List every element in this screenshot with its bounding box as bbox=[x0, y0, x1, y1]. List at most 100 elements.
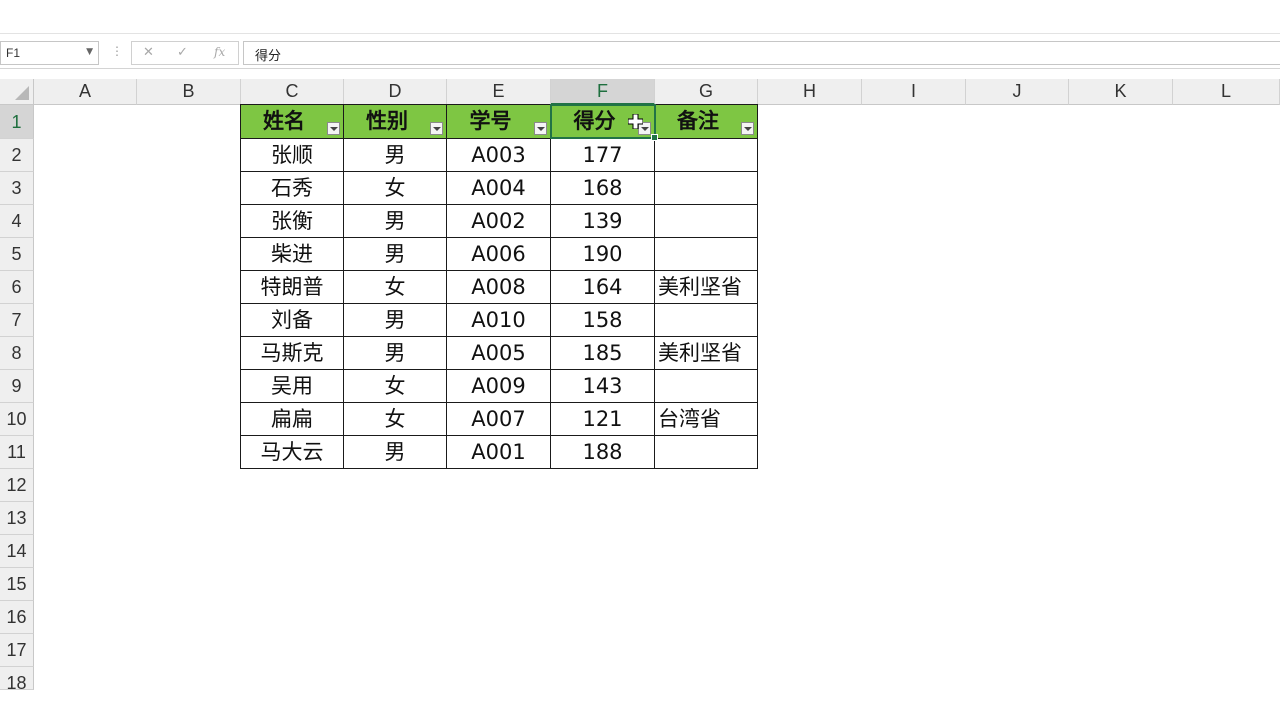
table-cell-name[interactable]: 特朗普 bbox=[240, 271, 344, 304]
table-cell-id[interactable]: A005 bbox=[447, 337, 551, 370]
select-all-button[interactable] bbox=[0, 79, 34, 105]
column-header-h[interactable]: H bbox=[758, 79, 862, 105]
table-cell-score[interactable]: 168 bbox=[551, 172, 655, 205]
row-header-4[interactable]: 4 bbox=[0, 205, 34, 238]
header-cell-name[interactable]: 姓名 bbox=[240, 104, 344, 139]
row-header-5[interactable]: 5 bbox=[0, 238, 34, 271]
table-cell-note[interactable]: 美利坚省 bbox=[655, 271, 758, 304]
table-cell-name[interactable]: 柴进 bbox=[240, 238, 344, 271]
formula-buttons: ✕ ✓ fx bbox=[131, 41, 239, 65]
row-header-8[interactable]: 8 bbox=[0, 337, 34, 370]
header-cell-gender[interactable]: 性别 bbox=[344, 104, 447, 139]
row-header-18[interactable]: 18 bbox=[0, 667, 34, 693]
filter-dropdown-icon[interactable] bbox=[741, 122, 754, 135]
table-cell-score[interactable]: 143 bbox=[551, 370, 655, 403]
table-cell-id[interactable]: A002 bbox=[447, 205, 551, 238]
table-cell-note[interactable] bbox=[655, 139, 758, 172]
table-cell-name[interactable]: 张顺 bbox=[240, 139, 344, 172]
column-header-a[interactable]: A bbox=[34, 79, 137, 105]
row-header-7[interactable]: 7 bbox=[0, 304, 34, 337]
table-cell-gender[interactable]: 男 bbox=[344, 205, 447, 238]
table-cell-score[interactable]: 158 bbox=[551, 304, 655, 337]
column-header-i[interactable]: I bbox=[862, 79, 966, 105]
table-cell-name[interactable]: 吴用 bbox=[240, 370, 344, 403]
table-cell-note[interactable] bbox=[655, 238, 758, 271]
table-cell-gender[interactable]: 男 bbox=[344, 337, 447, 370]
row-header-11[interactable]: 11 bbox=[0, 436, 34, 469]
row-header-17[interactable]: 17 bbox=[0, 634, 34, 667]
table-cell-gender[interactable]: 女 bbox=[344, 172, 447, 205]
row-header-16[interactable]: 16 bbox=[0, 601, 34, 634]
table-cell-note[interactable] bbox=[655, 370, 758, 403]
column-header-l[interactable]: L bbox=[1173, 79, 1280, 105]
filter-dropdown-icon[interactable] bbox=[534, 122, 547, 135]
table-cell-note[interactable]: 台湾省 bbox=[655, 403, 758, 436]
table-cell-score[interactable]: 185 bbox=[551, 337, 655, 370]
table-cell-note[interactable] bbox=[655, 205, 758, 238]
filter-dropdown-icon[interactable] bbox=[430, 122, 443, 135]
table-cell-score[interactable]: 139 bbox=[551, 205, 655, 238]
row-header-14[interactable]: 14 bbox=[0, 535, 34, 568]
table-cell-gender[interactable]: 女 bbox=[344, 370, 447, 403]
cancel-icon[interactable]: ✕ bbox=[143, 45, 154, 60]
table-cell-id[interactable]: A003 bbox=[447, 139, 551, 172]
table-cell-id[interactable]: A007 bbox=[447, 403, 551, 436]
column-header-j[interactable]: J bbox=[966, 79, 1069, 105]
column-header-e[interactable]: E bbox=[447, 79, 551, 105]
table-cell-score[interactable]: 188 bbox=[551, 436, 655, 469]
header-label-name: 姓名 bbox=[263, 109, 305, 133]
table-cell-id[interactable]: A001 bbox=[447, 436, 551, 469]
header-cell-id[interactable]: 学号 bbox=[447, 104, 551, 139]
table-cell-gender[interactable]: 女 bbox=[344, 271, 447, 304]
formula-input[interactable]: 得分 bbox=[243, 41, 1280, 65]
header-label-note: 备注 bbox=[677, 109, 719, 133]
row-header-9[interactable]: 9 bbox=[0, 370, 34, 403]
name-box[interactable]: F1 ▼ bbox=[0, 41, 99, 65]
row-header-15[interactable]: 15 bbox=[0, 568, 34, 601]
insert-function-icon[interactable]: fx bbox=[214, 45, 225, 59]
table-cell-gender[interactable]: 女 bbox=[344, 403, 447, 436]
table-cell-name[interactable]: 马大云 bbox=[240, 436, 344, 469]
row-header-2[interactable]: 2 bbox=[0, 139, 34, 172]
row-header-13[interactable]: 13 bbox=[0, 502, 34, 535]
row-header-3[interactable]: 3 bbox=[0, 172, 34, 205]
filter-dropdown-icon[interactable] bbox=[327, 122, 340, 135]
column-header-g[interactable]: G bbox=[655, 79, 758, 105]
table-cell-id[interactable]: A004 bbox=[447, 172, 551, 205]
table-cell-note[interactable] bbox=[655, 436, 758, 469]
table-cell-name[interactable]: 刘备 bbox=[240, 304, 344, 337]
table-cell-id[interactable]: A009 bbox=[447, 370, 551, 403]
table-cell-note[interactable]: 美利坚省 bbox=[655, 337, 758, 370]
table-cell-note[interactable] bbox=[655, 304, 758, 337]
header-cell-note[interactable]: 备注 bbox=[655, 104, 758, 139]
table-cell-gender[interactable]: 男 bbox=[344, 304, 447, 337]
table-cell-score[interactable]: 164 bbox=[551, 271, 655, 304]
row-header-6[interactable]: 6 bbox=[0, 271, 34, 304]
row-header-12[interactable]: 12 bbox=[0, 469, 34, 502]
row-header-1[interactable]: 1 bbox=[0, 105, 34, 139]
table-cell-score[interactable]: 177 bbox=[551, 139, 655, 172]
column-header-b[interactable]: B bbox=[137, 79, 241, 105]
row-header-10[interactable]: 10 bbox=[0, 403, 34, 436]
column-header-d[interactable]: D bbox=[344, 79, 447, 105]
table-cell-score[interactable]: 121 bbox=[551, 403, 655, 436]
formula-input-value: 得分 bbox=[255, 49, 282, 64]
table-cell-id[interactable]: A008 bbox=[447, 271, 551, 304]
column-header-c[interactable]: C bbox=[241, 79, 344, 105]
table-cell-id[interactable]: A006 bbox=[447, 238, 551, 271]
table-cell-note[interactable] bbox=[655, 172, 758, 205]
table-cell-name[interactable]: 扁扁 bbox=[240, 403, 344, 436]
table-cell-score[interactable]: 190 bbox=[551, 238, 655, 271]
table-cell-name[interactable]: 马斯克 bbox=[240, 337, 344, 370]
table-cell-gender[interactable]: 男 bbox=[344, 436, 447, 469]
table-cell-name[interactable]: 石秀 bbox=[240, 172, 344, 205]
chevron-down-icon[interactable]: ▼ bbox=[86, 47, 93, 57]
column-header-f[interactable]: F bbox=[551, 79, 655, 105]
table-cell-gender[interactable]: 男 bbox=[344, 238, 447, 271]
table-cell-gender[interactable]: 男 bbox=[344, 139, 447, 172]
header-label-gender: 性别 bbox=[366, 109, 408, 133]
table-cell-name[interactable]: 张衡 bbox=[240, 205, 344, 238]
enter-check-icon[interactable]: ✓ bbox=[177, 45, 188, 60]
column-header-k[interactable]: K bbox=[1069, 79, 1173, 105]
table-cell-id[interactable]: A010 bbox=[447, 304, 551, 337]
